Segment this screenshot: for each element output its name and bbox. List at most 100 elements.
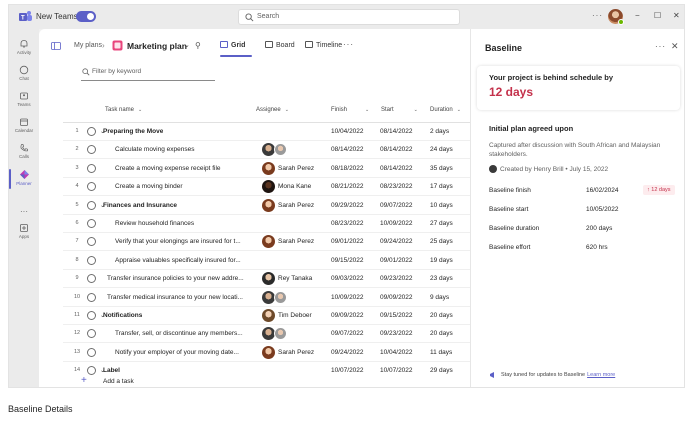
column-header-task[interactable]: Task name ⌄ xyxy=(105,107,142,113)
start-date[interactable]: 10/04/2022 xyxy=(380,349,413,356)
finish-date[interactable]: 09/24/2022 xyxy=(331,349,364,356)
plan-title[interactable]: Marketing plan xyxy=(127,41,187,51)
complete-checkbox[interactable] xyxy=(87,292,96,302)
panel-close-button[interactable]: ✕ xyxy=(671,41,679,52)
table-row[interactable]: 13 Notify your employer of your moving da… xyxy=(63,344,470,362)
finish-date[interactable]: 09/09/2022 xyxy=(331,312,364,319)
task-name[interactable]: Label xyxy=(103,367,120,374)
duration[interactable]: 19 days xyxy=(430,257,453,264)
learn-more-link[interactable]: Learn more xyxy=(587,372,615,378)
task-name[interactable]: Review household finances xyxy=(115,220,245,227)
maximize-button[interactable]: ☐ xyxy=(654,11,661,20)
finish-date[interactable]: 09/01/2022 xyxy=(331,238,364,245)
column-header-finish[interactable]: Finish ⌄ xyxy=(331,107,369,113)
task-name[interactable]: Transfer medical insurance to your new l… xyxy=(107,294,245,301)
search-box[interactable]: Search xyxy=(238,9,460,25)
task-name[interactable]: Create a moving expense receipt file xyxy=(115,165,245,172)
table-row[interactable]: 1 ⌄ Preparing the Move 10/04/2022 08/14/2022… xyxy=(63,123,470,141)
table-row[interactable]: 3 Create a moving expense receipt file Sar… xyxy=(63,160,470,178)
start-date[interactable]: 09/23/2022 xyxy=(380,275,413,282)
rail-item-calls[interactable]: Calls xyxy=(9,143,39,159)
start-date[interactable]: 08/14/2022 xyxy=(380,146,413,153)
rail-item-planner[interactable]: Planner xyxy=(9,169,39,189)
tab-grid[interactable]: Grid xyxy=(220,41,245,49)
start-date[interactable]: 09/01/2022 xyxy=(380,257,413,264)
table-row[interactable]: 7 Verify that your elongings are insured … xyxy=(63,233,470,252)
finish-date[interactable]: 08/23/2022 xyxy=(331,220,364,227)
start-date[interactable]: 08/23/2022 xyxy=(380,183,413,190)
duration[interactable]: 9 days xyxy=(430,294,449,301)
table-row[interactable]: 5 ⌄ Finances and Insurance Sarah Perez 09/29… xyxy=(63,197,470,215)
task-name[interactable]: Verify that your elongings are insured f… xyxy=(115,238,245,245)
task-name[interactable]: Create a moving binder xyxy=(115,183,245,190)
complete-checkbox[interactable] xyxy=(87,163,96,173)
rail-item-activity[interactable]: Activity xyxy=(9,39,39,55)
duration[interactable]: 17 days xyxy=(430,183,453,190)
duration[interactable]: 20 days xyxy=(430,330,453,337)
complete-checkbox[interactable] xyxy=(87,311,96,320)
sidebar-toggle-icon[interactable] xyxy=(51,42,61,50)
start-date[interactable]: 09/23/2022 xyxy=(380,330,413,337)
task-name[interactable]: Finances and Insurance xyxy=(103,202,177,209)
duration[interactable]: 11 days xyxy=(430,349,452,356)
tab-timeline[interactable]: Timeline xyxy=(305,41,342,49)
start-date[interactable]: 09/07/2022 xyxy=(380,202,413,209)
finish-date[interactable]: 10/07/2022 xyxy=(331,367,364,374)
finish-date[interactable]: 08/21/2022 xyxy=(331,183,364,190)
duration[interactable]: 24 days xyxy=(430,146,453,153)
panel-more-button[interactable]: ··· xyxy=(655,42,666,51)
complete-checkbox[interactable] xyxy=(87,366,96,376)
duration[interactable]: 35 days xyxy=(430,165,453,172)
plan-dropdown-chevron-icon[interactable]: ⌄ xyxy=(184,41,190,49)
task-name[interactable]: Transfer, sell, or discontinue any membe… xyxy=(115,330,245,337)
column-header-start[interactable]: Start ⌄ xyxy=(381,107,418,113)
column-header-duration[interactable]: Duration ⌄ xyxy=(430,107,461,113)
duration[interactable]: 29 days xyxy=(430,367,453,374)
table-row[interactable]: 10 Transfer medical insurance to your new… xyxy=(63,289,470,307)
start-date[interactable]: 10/09/2022 xyxy=(380,220,413,227)
complete-checkbox[interactable] xyxy=(87,219,96,228)
task-name[interactable]: Transfer insurance policies to your new … xyxy=(107,275,245,282)
start-date[interactable]: 09/09/2022 xyxy=(380,294,413,301)
start-date[interactable]: 08/14/2022 xyxy=(380,128,413,135)
finish-date[interactable]: 08/14/2022 xyxy=(331,146,364,153)
finish-date[interactable]: 10/09/2022 xyxy=(331,294,364,301)
complete-checkbox[interactable] xyxy=(87,182,96,192)
pin-icon[interactable]: ⚲ xyxy=(195,41,201,50)
table-row[interactable]: 6 Review household finances 08/23/2022 10/0… xyxy=(63,215,470,233)
table-row[interactable]: 9 Transfer insurance policies to your new… xyxy=(63,270,470,289)
finish-date[interactable]: 09/07/2022 xyxy=(331,330,364,337)
table-row[interactable]: 4 Create a moving binder Mona Kane 08/21/20… xyxy=(63,178,470,197)
duration[interactable]: 2 days xyxy=(430,128,449,135)
task-name[interactable]: Calculate moving expenses xyxy=(115,146,245,153)
task-name[interactable]: Notifications xyxy=(103,312,142,319)
close-window-button[interactable]: ✕ xyxy=(673,11,680,20)
duration[interactable]: 23 days xyxy=(430,275,453,282)
table-row[interactable]: 2 Calculate moving expenses 08/14/2022 08/1… xyxy=(63,141,470,160)
minimize-button[interactable]: − xyxy=(635,11,640,20)
complete-checkbox[interactable] xyxy=(87,127,96,136)
complete-checkbox[interactable] xyxy=(87,145,96,155)
task-name[interactable]: Notify your employer of your moving date… xyxy=(115,349,245,356)
table-row[interactable]: 8 Appraise valuables specifically insured… xyxy=(63,252,470,270)
duration[interactable]: 27 days xyxy=(430,220,453,227)
duration[interactable]: 20 days xyxy=(430,312,453,319)
rail-item-calendar[interactable]: Calendar xyxy=(9,117,39,133)
tab-board[interactable]: Board xyxy=(265,41,295,49)
filter-input[interactable]: Filter by keyword xyxy=(81,67,215,81)
finish-date[interactable]: 09/03/2022 xyxy=(331,275,364,282)
start-date[interactable]: 10/07/2022 xyxy=(380,367,413,374)
duration[interactable]: 10 days xyxy=(430,202,453,209)
complete-checkbox[interactable] xyxy=(87,347,96,357)
finish-date[interactable]: 09/29/2022 xyxy=(331,202,364,209)
rail-item-more[interactable]: ··· xyxy=(9,201,39,219)
column-header-assignee[interactable]: Assignee ⌄ xyxy=(256,107,289,113)
complete-checkbox[interactable] xyxy=(87,274,96,284)
header-more-button[interactable]: ··· xyxy=(343,40,354,49)
duration[interactable]: 25 days xyxy=(430,238,453,245)
complete-checkbox[interactable] xyxy=(87,200,96,210)
start-date[interactable]: 09/24/2022 xyxy=(380,238,413,245)
rail-item-teams[interactable]: Teams xyxy=(9,91,39,107)
add-task-row[interactable]: + Add a task xyxy=(63,375,470,387)
start-date[interactable]: 09/15/2022 xyxy=(380,312,413,319)
